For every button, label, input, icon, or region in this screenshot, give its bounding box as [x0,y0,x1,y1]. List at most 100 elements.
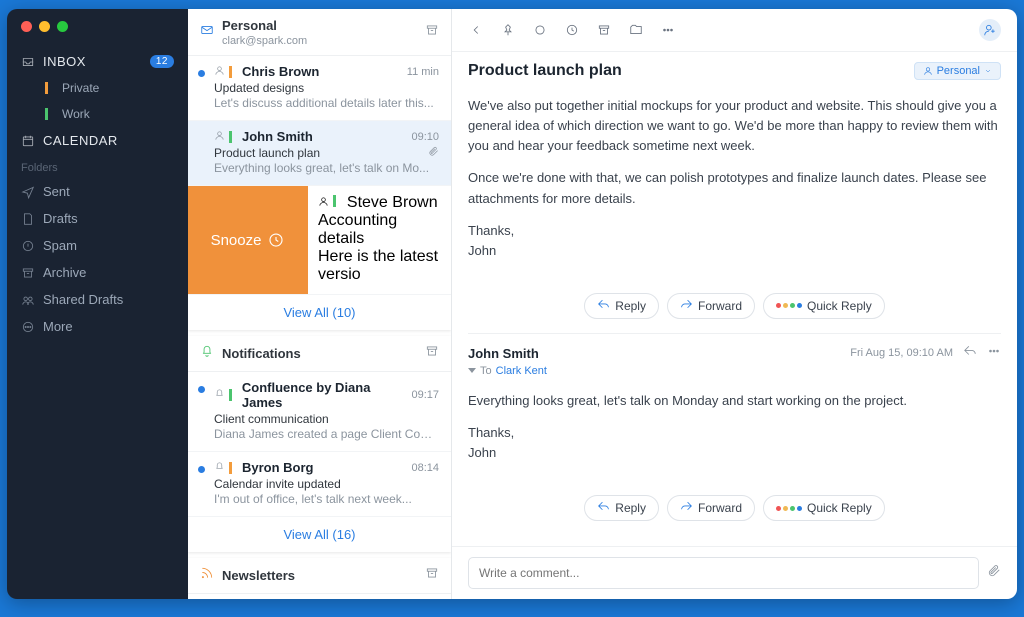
message-actions: Reply Forward Quick Reply [468,285,1001,333]
mark-read-button[interactable] [532,22,548,38]
sidebar-item-more[interactable]: More [7,313,188,340]
section-notifications: Notifications Confluence by Diana James0… [188,336,451,552]
move-button[interactable] [628,22,644,38]
message-preview: Here is the latest versio [318,248,443,284]
more-icon-button[interactable] [987,344,1001,363]
archive-section-button[interactable] [425,344,439,363]
message-item[interactable]: Steve Brown Accounting details Here is t… [308,186,451,294]
sidebar-item-archive[interactable]: Archive [7,259,188,286]
comment-input[interactable] [468,557,979,589]
message-time: 08:14 [411,462,439,474]
minimize-button[interactable] [39,21,50,32]
thread-subject: Product launch plan [468,62,622,80]
body-text: Everything looks great, let's talk on Mo… [468,391,1001,411]
forward-icon [680,500,693,516]
attach-button[interactable] [987,564,1001,583]
green-bar-icon [333,195,336,207]
sidebar-item-work[interactable]: Work [7,101,188,127]
archive-icon [21,266,35,280]
sidebar-item-shared-drafts[interactable]: Shared Drafts [7,286,188,313]
more-icon [21,320,35,334]
sidebar-item-spam[interactable]: Spam [7,232,188,259]
message-sender: Byron Borg [242,460,314,475]
archive-button[interactable] [596,22,612,38]
green-bar-icon [45,108,48,120]
orange-bar-icon [45,82,48,94]
message-time: 09:10 [411,131,439,143]
account-chip[interactable]: Personal [914,62,1001,80]
mail-icon [200,23,214,42]
to-line[interactable]: To Clark Kent [468,365,1001,385]
message-item[interactable]: Google Apps for Business08:14 Updated Te… [188,594,451,599]
person-icon [214,65,225,79]
quick-reply-icon [776,303,802,308]
sidebar-item-inbox[interactable]: INBOX 12 [7,48,188,75]
sidebar-item-drafts[interactable]: Drafts [7,205,188,232]
section-subtitle: clark@spark.com [222,35,307,47]
email-body: We've also put together initial mockups … [468,90,1001,285]
back-button[interactable] [468,22,484,38]
pin-button[interactable] [500,22,516,38]
archive-section-button[interactable] [425,23,439,42]
body-signature: John [468,445,496,460]
sidebar-item-sent[interactable]: Sent [7,178,188,205]
section-header-notifications[interactable]: Notifications [188,336,451,372]
sidebar-item-private[interactable]: Private [7,75,188,101]
more-button[interactable] [660,22,676,38]
archive-section-button[interactable] [425,566,439,585]
reply-button[interactable]: Reply [584,293,659,319]
close-button[interactable] [21,21,32,32]
message-item-selected[interactable]: John Smith 09:10 Product launch plan Eve… [188,121,451,186]
body-text: Once we're done with that, we can polish… [468,168,1001,208]
reply-icon-button[interactable] [963,344,977,363]
clock-icon [267,231,285,249]
unread-dot-icon [198,386,205,393]
message-actions: Reply Forward Quick Reply [468,487,1001,535]
message-item-snooze: Snooze Steve Brown Accounting details He… [188,186,451,295]
message-list: Personal clark@spark.com Chris Brown 11 … [188,9,452,599]
message-subject: Updated designs [214,81,439,95]
sidebar-item-calendar[interactable]: CALENDAR [7,127,188,154]
sidebar: INBOX 12 Private Work CALENDAR Folders S… [7,9,188,599]
message-time: 11 min [407,66,439,78]
forward-button[interactable]: Forward [667,495,755,521]
expand-icon [468,368,476,373]
snooze-button[interactable] [564,22,580,38]
message-item[interactable]: Chris Brown 11 min Updated designs Let's… [188,56,451,121]
maximize-button[interactable] [57,21,68,32]
unread-dot-icon [198,466,205,473]
quick-reply-icon [776,506,802,511]
sent-icon [21,185,35,199]
section-header-personal[interactable]: Personal clark@spark.com [188,9,451,56]
forward-button[interactable]: Forward [667,293,755,319]
view-all-notifications[interactable]: View All (16) [188,517,451,552]
message-subject: Client communication [214,412,439,426]
quick-reply-button[interactable]: Quick Reply [763,495,885,521]
bell-icon [214,388,225,402]
chevron-down-icon [984,67,992,75]
message-subject: Product launch plan [214,146,320,160]
quick-reply-button[interactable]: Quick Reply [763,293,885,319]
app-window: INBOX 12 Private Work CALENDAR Folders S… [7,9,1017,599]
subject-bar: Product launch plan Personal [452,52,1017,90]
add-participant-button[interactable] [979,19,1001,41]
drafts-icon [21,212,35,226]
body-text: Thanks, [468,425,514,440]
message-preview: I'm out of office, let's talk next week.… [214,492,439,506]
message-sender: Steve Brown [347,194,438,211]
reply-button[interactable]: Reply [584,495,659,521]
message-header: John Smith Fri Aug 15, 09:10 AM [468,333,1001,365]
snooze-button[interactable]: Snooze [188,186,308,294]
thread-view: We've also put together initial mockups … [452,90,1017,546]
folders-label: Folders [7,154,188,178]
message-date: Fri Aug 15, 09:10 AM [850,347,953,359]
calendar-icon [21,134,35,148]
body-text: We've also put together initial mockups … [468,96,1001,156]
section-header-newsletters[interactable]: Newsletters [188,558,451,594]
person-icon [318,194,329,211]
message-sender: Chris Brown [242,64,319,79]
message-item[interactable]: Confluence by Diana James09:17 Client co… [188,372,451,452]
message-item[interactable]: Byron Borg08:14 Calendar invite updated … [188,452,451,517]
view-all-personal[interactable]: View All (10) [188,295,451,330]
comment-bar [452,546,1017,599]
